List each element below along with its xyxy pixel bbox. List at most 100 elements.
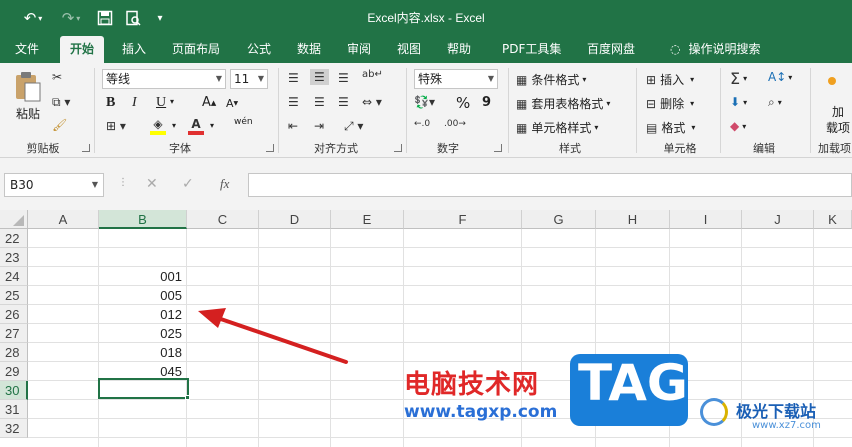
cell-b25[interactable]: 005 [99,286,185,305]
underline-dropdown[interactable]: ▾ [170,97,174,106]
font-name-select[interactable]: 等线 ▼ [102,69,226,89]
align-right-button[interactable]: ☰ [338,95,349,109]
row-header-23[interactable]: 23 [0,248,28,267]
grow-font-button[interactable]: A ▲ [202,95,216,110]
decrease-indent-button[interactable]: ⇤ [288,119,298,133]
cell-b27[interactable]: 025 [99,324,185,343]
column-header-c[interactable]: C [187,210,259,229]
format-painter-button[interactable]: 🖌 [52,118,67,132]
clear-button[interactable]: ◆ ▾ [730,119,746,133]
tab-data[interactable]: 数据 [287,36,331,63]
row-header-29[interactable]: 29 [0,362,28,381]
format-cells-button[interactable]: ▤ 格式 ▾ [646,119,695,136]
shrink-font-button[interactable]: A ▼ [226,97,238,110]
column-header-g[interactable]: G [522,210,596,229]
number-format-select[interactable]: 特殊 ▼ [414,69,498,89]
bold-button[interactable]: B [106,95,115,111]
fill-button[interactable]: ⬇ ▾ [730,95,747,109]
cut-button[interactable]: ✂ [52,70,62,84]
select-all-corner[interactable] [0,210,28,229]
comma-style-button[interactable]: 9 [482,95,491,110]
merge-center-button[interactable]: ⇔ ▾ [362,95,382,109]
autosum-button[interactable]: Σ ▾ [730,69,747,88]
column-header-f[interactable]: F [404,210,522,229]
format-as-table-button[interactable]: ▦ 套用表格格式 ▾ [516,95,610,112]
fill-color-button[interactable]: ◈ [150,117,166,135]
sort-filter-button[interactable]: A↕ ▾ [768,70,792,84]
alignment-launcher-icon[interactable] [394,144,402,152]
percent-style-button[interactable]: % [456,94,470,112]
tab-page-layout[interactable]: 页面布局 [162,36,230,63]
align-middle-button[interactable]: ☰ [310,69,329,85]
row-header-32[interactable]: 32 [0,419,28,438]
phonetic-guide-button[interactable]: wén [234,117,253,127]
fill-handle[interactable] [185,395,190,400]
tab-file[interactable]: 文件 [5,36,49,63]
wrap-text-button[interactable]: ab↵ [362,69,383,80]
column-header-j[interactable]: J [742,210,814,229]
tell-me-search[interactable]: ◌ 操作说明搜索 [660,36,771,63]
align-left-button[interactable]: ☰ [288,95,299,109]
align-bottom-button[interactable]: ☰ [338,71,349,85]
fill-color-dropdown[interactable]: ▾ [172,121,176,130]
delete-cells-button[interactable]: ⊟ 删除 ▾ [646,95,694,112]
borders-button[interactable]: ⊞ ▾ [106,119,126,133]
row-header-26[interactable]: 26 [0,305,28,324]
accounting-format-button[interactable]: 💱▾ [414,95,435,109]
clipboard-launcher-icon[interactable] [82,144,90,152]
tab-formulas[interactable]: 公式 [237,36,281,63]
column-header-a[interactable]: A [28,210,99,229]
insert-cells-button[interactable]: ⊞ 插入 ▾ [646,71,694,88]
italic-button[interactable]: I [132,95,137,111]
column-header-h[interactable]: H [596,210,670,229]
copy-button[interactable]: ⧉ ▾ [52,95,70,110]
increase-decimal-button[interactable]: ←.0 [414,119,430,129]
column-header-i[interactable]: I [670,210,742,229]
column-header-d[interactable]: D [259,210,331,229]
tab-home[interactable]: 开始 [60,36,105,63]
row-header-27[interactable]: 27 [0,324,28,343]
confirm-button[interactable]: ✓ [182,176,194,192]
insert-function-button[interactable]: fx [220,176,229,192]
increase-indent-button[interactable]: ⇥ [314,119,324,133]
tab-pdf-tools[interactable]: PDF工具集 [492,36,571,63]
row-header-25[interactable]: 25 [0,286,28,305]
align-top-button[interactable]: ☰ [288,71,299,85]
row-header-28[interactable]: 28 [0,343,28,362]
column-header-e[interactable]: E [331,210,404,229]
align-center-button[interactable]: ☰ [314,95,325,109]
font-launcher-icon[interactable] [266,144,274,152]
column-header-b[interactable]: B [99,210,187,229]
column-header-k[interactable]: K [814,210,852,229]
tab-view[interactable]: 视图 [387,36,431,63]
conditional-formatting-button[interactable]: ▦ 条件格式 ▾ [516,71,586,88]
font-color-dropdown[interactable]: ▾ [210,121,214,130]
find-select-button[interactable]: ⌕ ▾ [768,95,782,110]
addins-button[interactable]: 加 [832,103,844,120]
tab-insert[interactable]: 插入 [112,36,156,63]
formula-input[interactable] [248,173,852,197]
active-cell-selection[interactable] [98,378,189,399]
underline-button[interactable]: U [156,95,166,111]
cell-styles-button[interactable]: ▦ 单元格样式 ▾ [516,119,598,136]
font-color-button[interactable]: A [188,117,204,135]
tab-help[interactable]: 帮助 [437,36,481,63]
cell-b28[interactable]: 018 [99,343,185,362]
number-launcher-icon[interactable] [494,144,502,152]
cell-b24[interactable]: 001 [99,267,185,286]
font-size-select[interactable]: 11 ▼ [230,69,268,89]
decrease-decimal-button[interactable]: .00→ [444,119,466,129]
tab-baidu-netdisk[interactable]: 百度网盘 [577,36,645,63]
row-header-24[interactable]: 24 [0,267,28,286]
tab-review[interactable]: 审阅 [337,36,381,63]
addins-button-line2[interactable]: 载项 [826,119,850,136]
paste-button[interactable]: 粘贴 [12,71,44,122]
orientation-button[interactable]: ⤢ ▾ [344,119,363,134]
row-header-31[interactable]: 31 [0,400,28,419]
divider [94,68,95,153]
row-header-30[interactable]: 30 [0,381,28,400]
row-header-22[interactable]: 22 [0,229,28,248]
cell-b26[interactable]: 012 [99,305,185,324]
name-box[interactable]: B30 ▼ [4,173,104,197]
cancel-button[interactable]: ✕ [146,176,158,192]
